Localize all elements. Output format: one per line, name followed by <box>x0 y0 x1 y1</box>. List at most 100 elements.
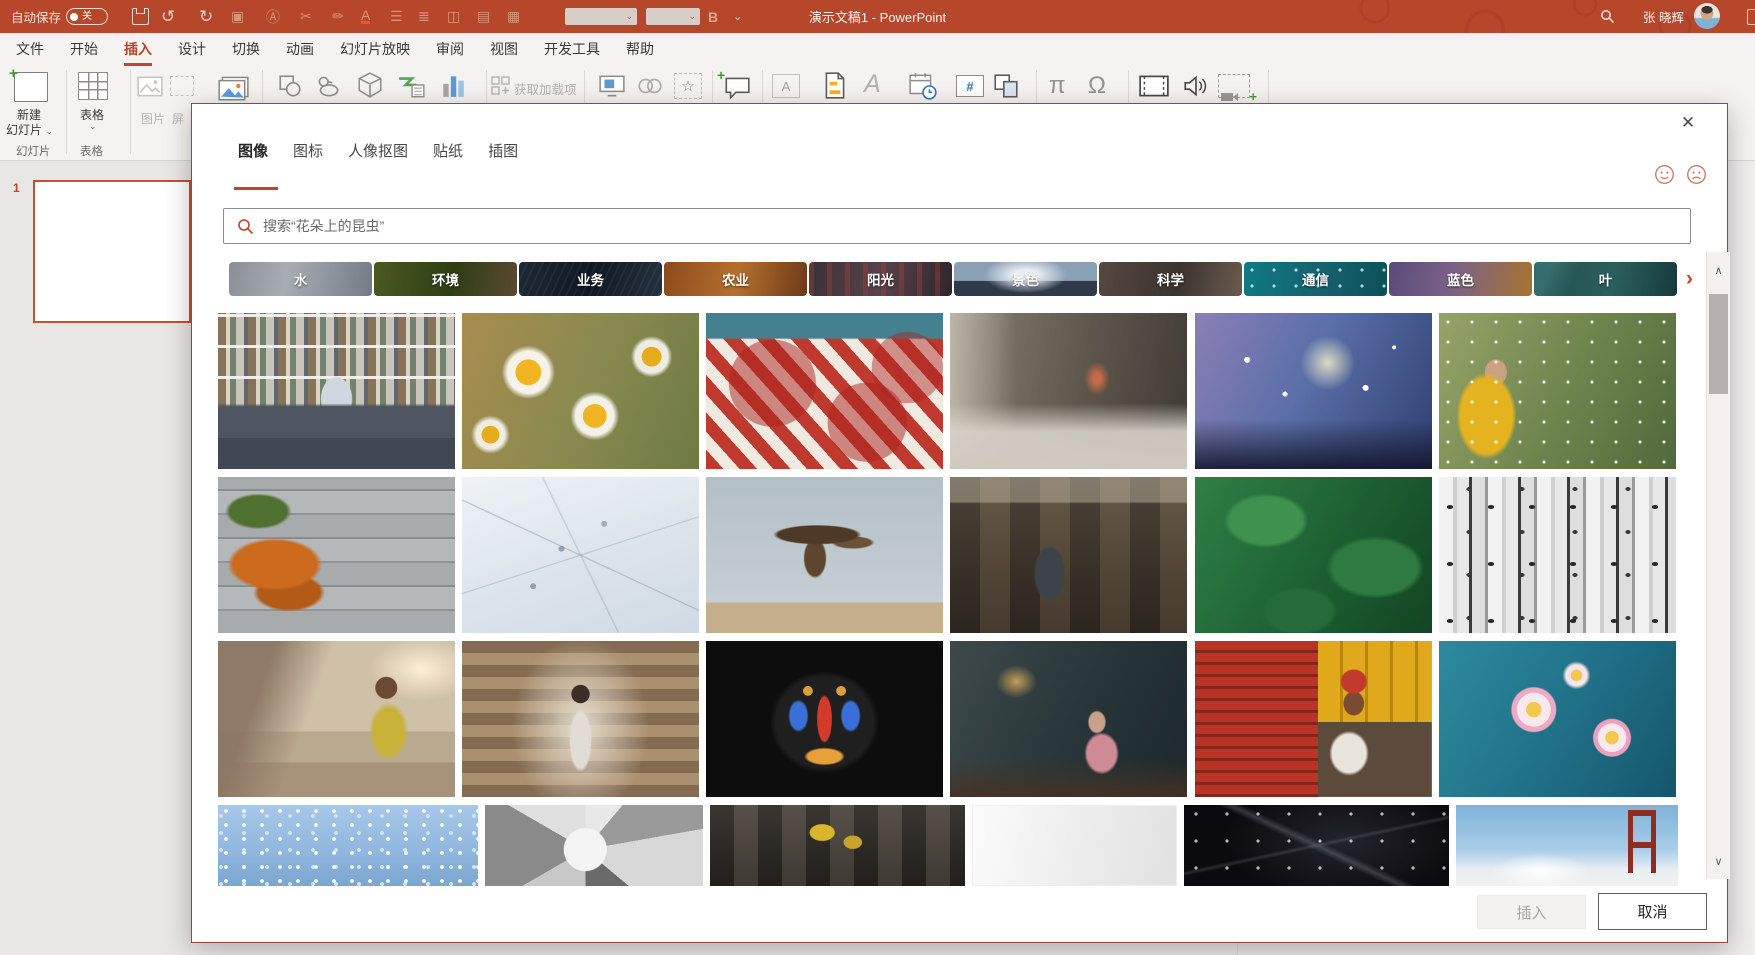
icons-button[interactable] <box>314 73 342 104</box>
tab-help[interactable]: 帮助 <box>626 33 654 66</box>
image-tile[interactable] <box>218 641 455 797</box>
avatar[interactable] <box>1694 3 1720 29</box>
image-tile[interactable] <box>706 313 943 469</box>
tab-review[interactable]: 审阅 <box>436 33 464 66</box>
tab-insert[interactable]: 插入 <box>124 33 152 66</box>
dialog-tab-illustrations[interactable]: 插图 <box>488 140 518 167</box>
shapes-button[interactable] <box>277 73 303 104</box>
search-button[interactable] <box>1600 0 1615 33</box>
tab-design[interactable]: 设计 <box>178 33 206 66</box>
category-chip-environment[interactable]: 环境 <box>374 262 517 296</box>
cancel-button[interactable]: 取消 <box>1598 893 1707 930</box>
insert-button[interactable]: 插入 <box>1477 895 1586 929</box>
image-tile[interactable] <box>1184 805 1449 886</box>
tab-animations[interactable]: 动画 <box>286 33 314 66</box>
categories-next-arrow[interactable]: › <box>1686 262 1693 296</box>
picture-button[interactable] <box>136 74 164 105</box>
get-addins-button[interactable] <box>490 75 512 102</box>
image-tile[interactable] <box>1195 641 1432 797</box>
screen-record-button[interactable]: + <box>1218 74 1250 98</box>
image-tile[interactable] <box>1439 641 1676 797</box>
category-chip-water[interactable]: 水 <box>229 262 372 296</box>
image-tile[interactable] <box>1456 805 1678 886</box>
dialog-tab-cutout[interactable]: 人像抠图 <box>348 140 408 167</box>
image-tile[interactable] <box>218 477 455 633</box>
image-tile[interactable] <box>462 641 699 797</box>
redo-button[interactable]: ↻ <box>199 0 213 33</box>
dialog-tab-icons[interactable]: 图标 <box>293 140 323 167</box>
screenshot-button[interactable] <box>170 76 194 96</box>
category-chip-scenery[interactable]: 景色 <box>954 262 1097 296</box>
scroll-up-button[interactable]: ∧ <box>1707 252 1730 288</box>
category-chip-science[interactable]: 科学 <box>1099 262 1242 296</box>
image-tile[interactable] <box>1195 477 1432 633</box>
table-button[interactable] <box>78 72 108 100</box>
image-tile[interactable] <box>462 313 699 469</box>
category-chip-sunlight[interactable]: 阳光 <box>809 262 952 296</box>
dialog-tab-images[interactable]: 图像 <box>238 140 268 167</box>
image-tile[interactable] <box>710 805 965 886</box>
new-slide-button[interactable]: + <box>14 72 48 102</box>
slide-thumbnail[interactable] <box>33 180 191 323</box>
category-chip-communication[interactable]: 通信 <box>1244 262 1387 296</box>
autosave-toggle[interactable]: 关 <box>66 0 108 33</box>
category-chip-agriculture[interactable]: 农业 <box>664 262 807 296</box>
frown-face-icon[interactable] <box>1686 164 1707 185</box>
slide-number-button[interactable]: # <box>956 75 984 97</box>
datetime-button[interactable] <box>908 71 938 106</box>
undo-button[interactable]: ↺ <box>161 0 175 33</box>
bold-button[interactable]: B <box>708 0 718 33</box>
dialog-tab-stickers[interactable]: 贴纸 <box>433 140 463 167</box>
smartart-button[interactable] <box>396 72 426 104</box>
dialog-scrollbar[interactable]: ∧ ∨ <box>1706 252 1730 879</box>
object-button[interactable] <box>992 72 1020 105</box>
image-tile[interactable] <box>485 805 703 886</box>
ribbon-options-icon[interactable] <box>1747 9 1755 25</box>
category-chip-business[interactable]: 业务 <box>519 262 662 296</box>
link-button[interactable] <box>636 75 664 102</box>
category-chip-blue[interactable]: 蓝色 <box>1389 262 1532 296</box>
image-tile[interactable] <box>950 641 1187 797</box>
tab-transitions[interactable]: 切换 <box>232 33 260 66</box>
image-tile[interactable] <box>950 477 1187 633</box>
dialog-close-button[interactable]: ✕ <box>1675 110 1701 136</box>
3d-model-button[interactable] <box>356 71 384 104</box>
category-chip-leaf[interactable]: 叶 <box>1534 262 1677 296</box>
tab-view[interactable]: 视图 <box>490 33 518 66</box>
video-button[interactable] <box>1138 74 1170 103</box>
image-tile[interactable] <box>972 805 1177 886</box>
action-button[interactable]: ☆ <box>674 73 702 99</box>
comment-button[interactable]: + <box>722 74 752 105</box>
qat-dropdown-2[interactable]: ⌄ <box>646 8 700 25</box>
textbox-button[interactable]: A <box>772 74 800 98</box>
tab-developer[interactable]: 开发工具 <box>544 33 600 66</box>
wordart-button[interactable]: A <box>864 72 881 97</box>
user-name[interactable]: 张 晓辉 <box>1643 0 1684 33</box>
image-tile[interactable] <box>462 477 699 633</box>
image-gallery-button[interactable] <box>216 72 250 107</box>
equation-button[interactable]: π <box>1049 74 1066 98</box>
smile-face-icon[interactable] <box>1654 164 1675 185</box>
save-button[interactable] <box>132 0 149 33</box>
image-tile[interactable] <box>706 641 943 797</box>
image-tile[interactable] <box>706 477 943 633</box>
zoom-link-button[interactable] <box>598 74 626 103</box>
tab-home[interactable]: 开始 <box>70 33 98 66</box>
scrollbar-thumb[interactable] <box>1709 294 1728 394</box>
image-tile[interactable] <box>218 805 478 886</box>
header-footer-button[interactable] <box>822 71 848 105</box>
qat-dropdown-1[interactable]: ⌄ <box>565 8 637 25</box>
audio-button[interactable] <box>1182 73 1210 104</box>
chart-button[interactable] <box>440 72 466 104</box>
search-input[interactable]: 搜索“花朵上的昆虫” <box>223 208 1691 244</box>
tab-file[interactable]: 文件 <box>16 33 44 66</box>
image-tile[interactable] <box>218 313 455 469</box>
image-tile[interactable] <box>1439 313 1676 469</box>
scroll-down-button[interactable]: ∨ <box>1707 843 1730 879</box>
qat-more-button[interactable]: ⌄ <box>733 0 742 33</box>
image-tile[interactable] <box>1195 313 1432 469</box>
image-tile[interactable] <box>950 313 1187 469</box>
image-tile[interactable] <box>1439 477 1676 633</box>
symbol-button[interactable]: Ω <box>1088 74 1106 98</box>
tab-slideshow[interactable]: 幻灯片放映 <box>340 33 410 66</box>
